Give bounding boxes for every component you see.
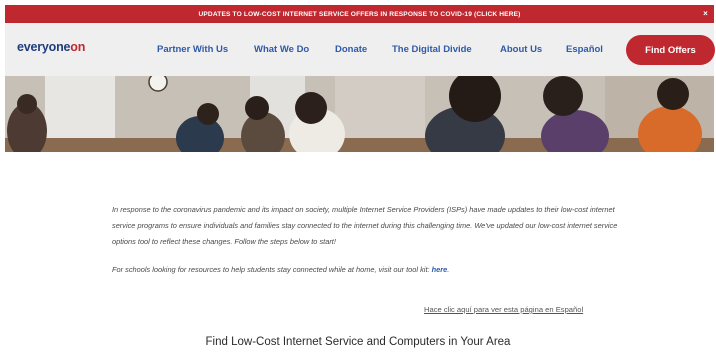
find-offers-button[interactable]: Find Offers xyxy=(626,35,715,65)
hero-photo xyxy=(5,76,714,152)
intro-paragraph: In response to the coronavirus pandemic … xyxy=(112,205,618,246)
nav-item-digital-divide[interactable]: The Digital Divide xyxy=(392,44,472,55)
banner-text[interactable]: UPDATES TO LOW-COST INTERNET SERVICE OFF… xyxy=(198,11,520,18)
section-heading: Find Low-Cost Internet Service and Compu… xyxy=(205,336,511,348)
covid-update-banner[interactable]: UPDATES TO LOW-COST INTERNET SERVICE OFF… xyxy=(5,5,714,23)
intro-section: In response to the coronavirus pandemic … xyxy=(112,202,632,278)
spanish-version-link[interactable]: Hace clic aquí para ver esta página en E… xyxy=(424,305,583,314)
tool-kit-link[interactable]: here xyxy=(432,265,448,274)
nav-item-donate[interactable]: Donate xyxy=(335,44,367,55)
schools-suffix: . xyxy=(447,265,450,274)
nav-item-about-us[interactable]: About Us xyxy=(500,44,542,55)
schools-paragraph: For schools looking for resources to hel… xyxy=(112,262,632,278)
nav-item-partner-with-us[interactable]: Partner With Us xyxy=(157,44,228,55)
hero-photo-illustration xyxy=(5,76,714,152)
nav-item-what-we-do[interactable]: What We Do xyxy=(254,44,309,55)
nav-item-espanol[interactable]: Español xyxy=(566,44,603,55)
schools-text: For schools looking for resources to hel… xyxy=(112,265,432,274)
close-icon[interactable]: × xyxy=(703,9,708,18)
main-header: everyoneon Partner With Us What We Do Do… xyxy=(5,23,715,76)
main-nav: Partner With Us What We Do Donate The Di… xyxy=(5,44,714,58)
